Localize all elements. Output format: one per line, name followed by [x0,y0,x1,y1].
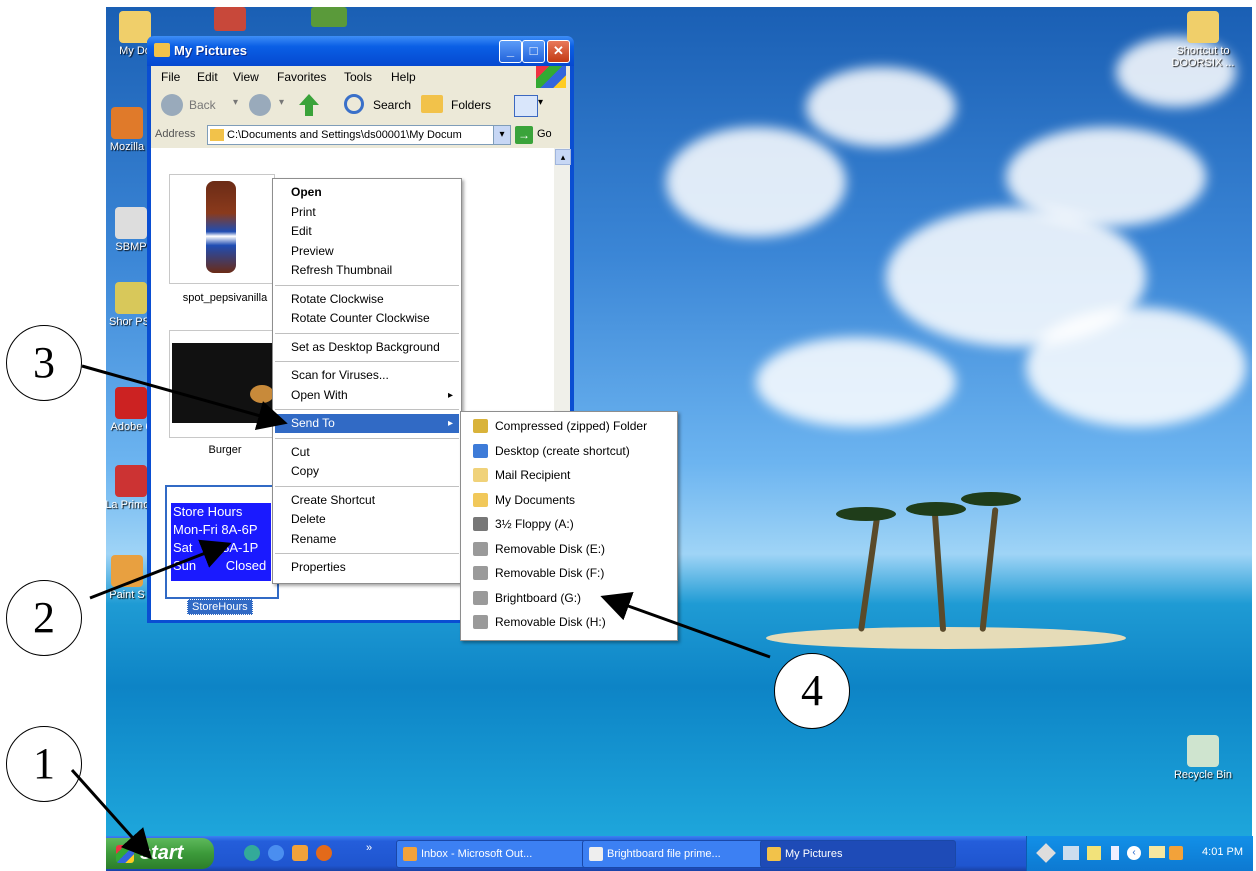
arrow-2 [89,539,232,600]
arrow-3 [81,364,288,430]
arrow-1 [70,769,152,860]
arrow-4 [600,592,771,659]
annotation-arrows [70,364,771,860]
